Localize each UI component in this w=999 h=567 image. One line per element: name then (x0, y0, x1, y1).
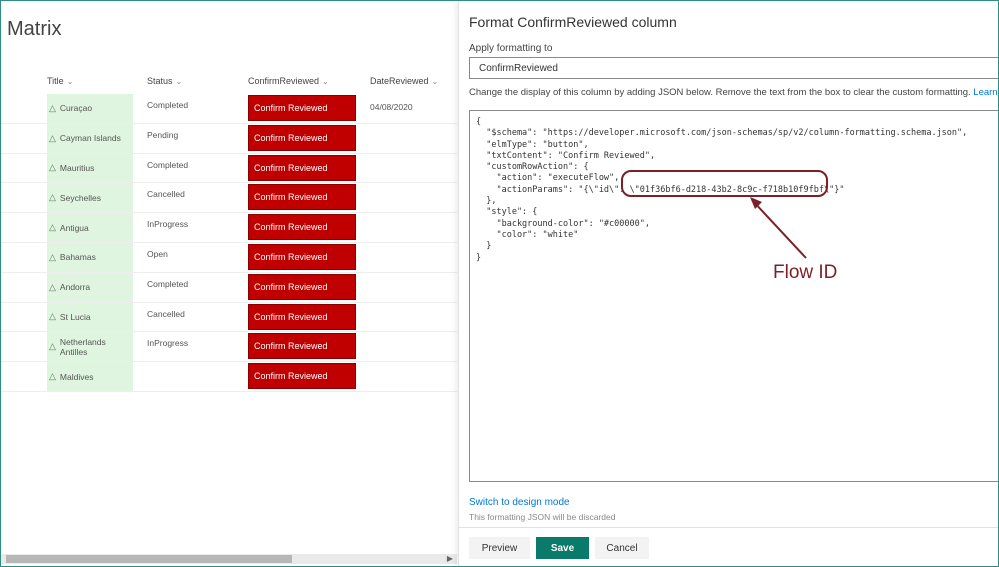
status-cell: Pending (147, 129, 179, 140)
title-text: Maldives (59, 371, 94, 382)
description-text: Change the display of this column by add… (469, 87, 971, 98)
panel-title: Format ConfirmReviewed column (469, 14, 677, 30)
title-text: Curaçao (59, 103, 93, 114)
status-cell: Completed (147, 100, 189, 110)
table-row[interactable]: △ Curaçao Completed Confirm Reviewed 04/0… (0, 94, 457, 124)
format-column-panel: Format ConfirmReviewed column Apply form… (458, 0, 999, 567)
title-text: Antigua (59, 222, 89, 233)
discard-note: This formatting JSON will be discarded (469, 512, 616, 522)
table-row[interactable]: △ Andorra Completed Confirm Reviewed (0, 272, 457, 303)
table-row[interactable]: △ St Lucia Cancelled Confirm Reviewed (0, 302, 457, 333)
tree-icon: △ (49, 132, 56, 143)
confirm-reviewed-button[interactable]: Confirm Reviewed (248, 214, 356, 241)
status-cell: InProgress (147, 338, 189, 349)
title-cell[interactable]: △ Curaçao (47, 94, 133, 123)
tree-icon: △ (49, 222, 56, 233)
confirm-reviewed-button[interactable]: Confirm Reviewed (248, 154, 356, 181)
title-text: Cayman Islands (59, 133, 121, 144)
tree-icon: △ (49, 281, 56, 292)
column-header-date[interactable]: DateReviewed ⌄ (370, 76, 438, 86)
flow-id-annotation: Flow ID (773, 262, 838, 283)
apply-formatting-select[interactable]: ConfirmReviewed (469, 57, 999, 79)
title-text: St Lucia (59, 311, 91, 322)
table-row[interactable]: △ Mauritius Completed Confirm Reviewed (0, 153, 457, 184)
title-cell[interactable]: △ St Lucia (47, 302, 133, 332)
table-row[interactable]: △ Cayman Islands Pending Confirm Reviewed (0, 123, 457, 154)
list-view: Matrix Title ⌄ Status ⌄ ConfirmReviewed … (0, 0, 457, 567)
title-cell[interactable]: △ Bahamas (47, 242, 133, 272)
title-cell[interactable]: △ Maldives (47, 362, 133, 391)
table-row[interactable]: △ Netherlands Antilles InProgress Confirm… (0, 332, 457, 363)
tree-icon: △ (49, 251, 56, 262)
tree-icon: △ (49, 311, 56, 322)
column-header-title[interactable]: Title ⌄ (47, 76, 73, 86)
apply-formatting-label: Apply formatting to (469, 43, 553, 54)
confirm-reviewed-button[interactable]: Confirm Reviewed (248, 363, 356, 390)
confirm-reviewed-button[interactable]: Confirm Reviewed (248, 95, 356, 121)
confirm-reviewed-button[interactable]: Confirm Reviewed (248, 273, 356, 300)
column-header-status[interactable]: Status ⌄ (147, 76, 182, 86)
tree-icon: △ (49, 162, 56, 173)
title-cell[interactable]: △ Antigua (47, 213, 133, 242)
title-cell[interactable]: △ Cayman Islands (47, 123, 133, 153)
chevron-down-icon: ⌄ (431, 76, 439, 86)
footer-divider (459, 527, 999, 528)
title-cell[interactable]: △ Seychelles (47, 183, 133, 213)
table-row[interactable]: △ Maldives Confirm Reviewed (0, 362, 457, 392)
column-header-title-label: Title (47, 76, 64, 86)
date-cell: 04/08/2020 (370, 102, 413, 112)
title-text: Mauritius (59, 162, 95, 173)
table-row[interactable]: △ Bahamas Open Confirm Reviewed (0, 242, 457, 273)
table-row[interactable]: △ Antigua InProgress Confirm Reviewed (0, 213, 457, 243)
list-rows: △ Curaçao Completed Confirm Reviewed 04/0… (0, 94, 457, 392)
title-text: Bahamas (59, 252, 96, 263)
title-cell[interactable]: △ Andorra (47, 272, 133, 302)
confirm-reviewed-button[interactable]: Confirm Reviewed (248, 124, 356, 151)
column-header-status-label: Status (147, 76, 173, 86)
preview-button[interactable]: Preview (469, 537, 530, 559)
table-row[interactable]: △ Seychelles Cancelled Confirm Reviewed (0, 183, 457, 214)
chevron-down-icon: ⌄ (66, 76, 74, 86)
title-cell[interactable]: △ Netherlands Antilles (47, 332, 133, 362)
scroll-right-arrow-icon[interactable]: ▶ (447, 554, 453, 563)
switch-to-design-mode-link[interactable]: Switch to design mode (469, 497, 570, 508)
scrollbar-thumb[interactable] (6, 555, 292, 563)
title-cell[interactable]: △ Mauritius (47, 153, 133, 183)
status-cell: Completed (147, 278, 189, 289)
title-text: Seychelles (59, 192, 102, 203)
status-cell: Cancelled (147, 308, 185, 319)
flow-id-highlight-oval (621, 170, 828, 197)
column-header-confirm[interactable]: ConfirmReviewed ⌄ (248, 76, 329, 86)
status-cell: Open (147, 248, 168, 259)
learn-more-link[interactable]: Learn more (973, 87, 999, 98)
confirm-reviewed-button[interactable]: Confirm Reviewed (248, 303, 356, 330)
tree-icon: △ (49, 341, 56, 352)
status-cell: Cancelled (147, 189, 185, 200)
confirm-reviewed-button[interactable]: Confirm Reviewed (248, 243, 356, 270)
column-header-date-label: DateReviewed (370, 76, 429, 86)
cancel-button[interactable]: Cancel (595, 537, 649, 559)
chevron-down-icon: ⌄ (175, 76, 183, 86)
tree-icon: △ (49, 102, 56, 113)
column-header-row: Title ⌄ Status ⌄ ConfirmReviewed ⌄ DateR… (0, 70, 457, 92)
status-cell: InProgress (147, 219, 189, 230)
horizontal-scrollbar[interactable]: ▶ (0, 554, 457, 564)
confirm-reviewed-button[interactable]: Confirm Reviewed (248, 333, 356, 360)
chevron-down-icon: ⌄ (322, 76, 329, 86)
page-title: Matrix (7, 18, 62, 40)
tree-icon: △ (49, 192, 56, 203)
tree-icon: △ (49, 371, 56, 382)
status-cell: Completed (147, 159, 189, 170)
title-text: Netherlands Antilles (59, 336, 106, 357)
title-text: Andorra (59, 282, 91, 293)
column-header-confirm-label: ConfirmReviewed (248, 76, 320, 86)
confirm-reviewed-button[interactable]: Confirm Reviewed (248, 184, 356, 211)
panel-description: Change the display of this column by add… (469, 87, 999, 98)
json-editor[interactable]: { "$schema": "https://developer.microsof… (469, 110, 999, 482)
save-button[interactable]: Save (536, 537, 589, 559)
